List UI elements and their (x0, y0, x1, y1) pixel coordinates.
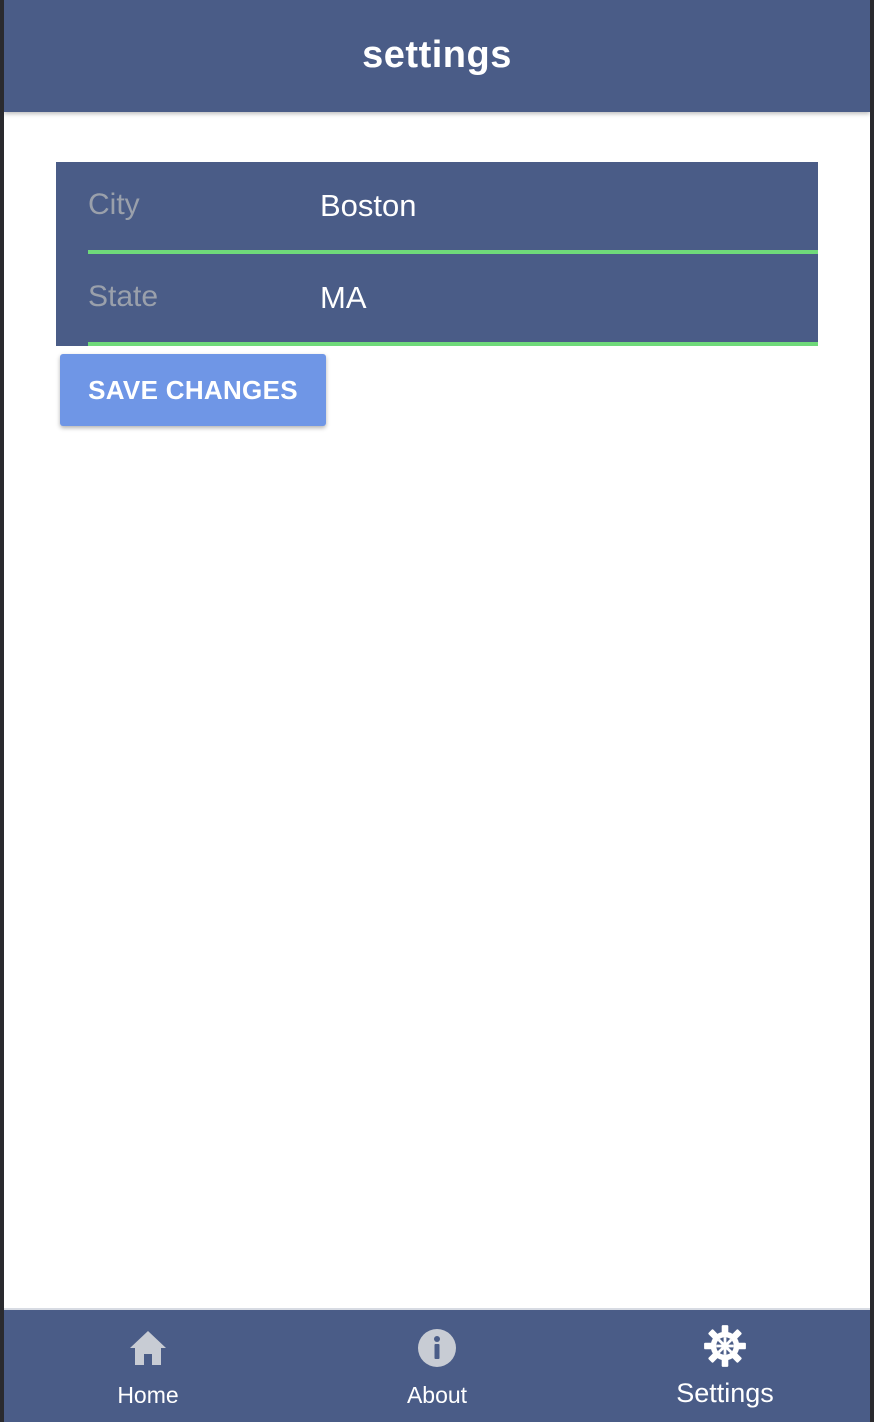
city-input[interactable] (320, 184, 800, 228)
state-row: State (88, 254, 818, 346)
city-label: City (88, 188, 140, 221)
home-icon (130, 1331, 166, 1365)
nav-item-home[interactable]: Home (48, 1310, 248, 1422)
nav-item-settings[interactable]: Settings (625, 1310, 825, 1422)
settings-form: City State (56, 162, 818, 346)
page-title: settings (362, 33, 512, 76)
nav-item-about[interactable]: About (337, 1310, 537, 1422)
nav-label-settings: Settings (676, 1378, 774, 1408)
state-input[interactable] (320, 276, 800, 320)
gear-icon (704, 1325, 746, 1367)
info-icon (418, 1329, 456, 1367)
city-row: City (88, 162, 818, 254)
state-underline (88, 342, 818, 346)
app-header: settings (4, 0, 870, 112)
app-window: settings City State SAVE CHANGES Home (4, 0, 870, 1422)
save-changes-button[interactable]: SAVE CHANGES (60, 354, 326, 426)
nav-label-about: About (406, 1382, 468, 1408)
state-label: State (88, 280, 159, 313)
nav-label-home: Home (117, 1382, 179, 1408)
bottom-nav: Home About Settings (4, 1308, 870, 1422)
